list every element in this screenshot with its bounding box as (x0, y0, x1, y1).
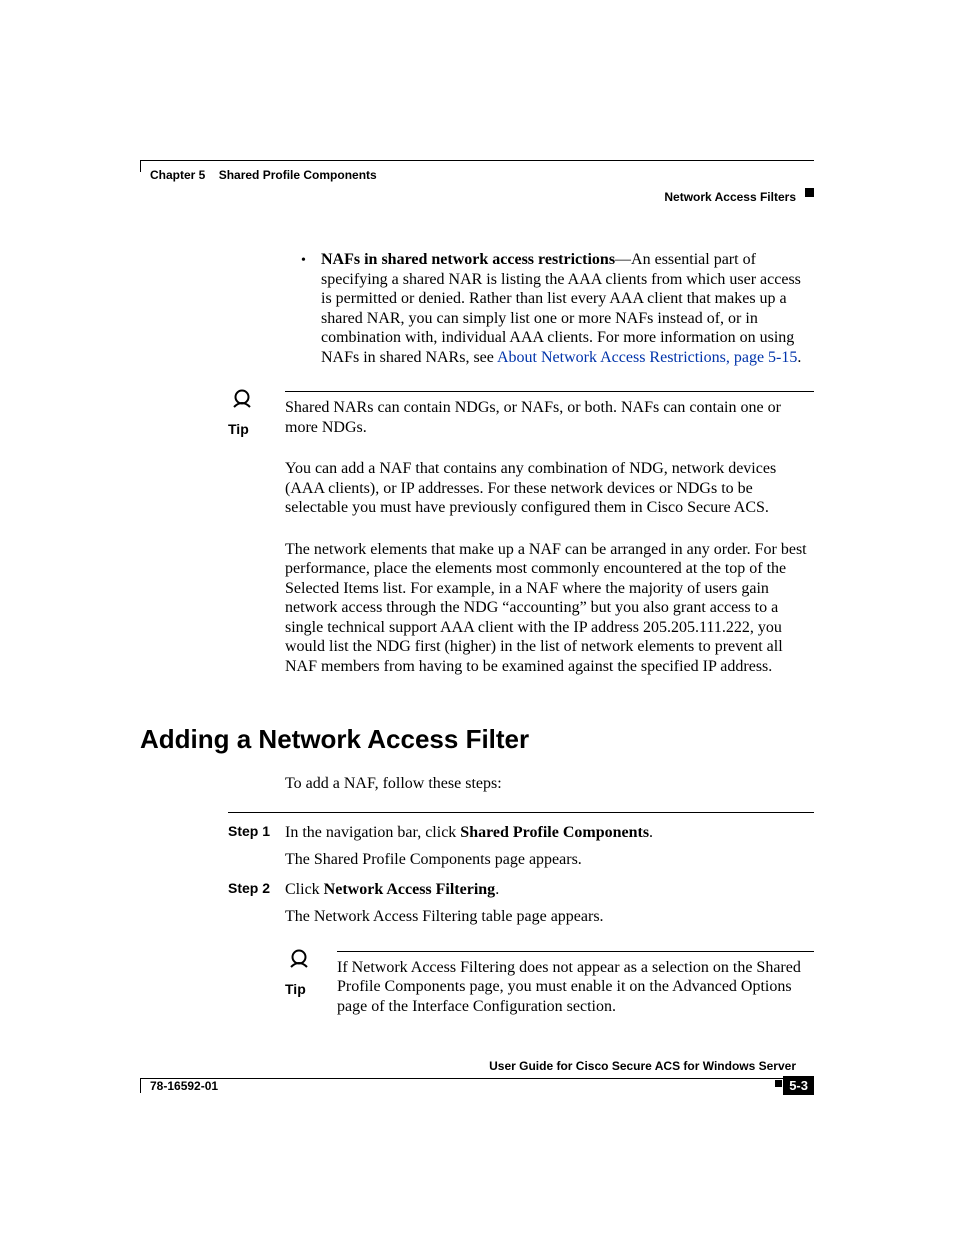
section-heading: Adding a Network Access Filter (140, 724, 814, 756)
paragraph: You can add a NAF that contains any comb… (285, 459, 814, 518)
tip-text: Shared NARs can contain NDGs, or NAFs, o… (285, 398, 814, 437)
step-2: Step 2 Click Network Access Filtering. T… (228, 880, 814, 1017)
header-tick (140, 160, 141, 172)
step-body: Click Network Access Filtering. The Netw… (285, 880, 814, 1017)
footer-tick (140, 1079, 141, 1093)
footer-page-number: 5-3 (783, 1076, 814, 1095)
footer-guide-title: User Guide for Cisco Secure ACS for Wind… (489, 1059, 796, 1073)
step-label: Step 1 (228, 823, 270, 840)
step-text: . (649, 824, 653, 841)
tip-callout: Tip If Network Access Filtering does not… (285, 951, 814, 1017)
cross-reference-link[interactable]: About Network Access Restrictions, page … (497, 349, 797, 366)
paragraph: The network elements that make up a NAF … (285, 540, 814, 677)
bullet-icon: • (301, 252, 306, 269)
step-body: In the navigation bar, click Shared Prof… (285, 823, 814, 870)
step-result: The Shared Profile Components page appea… (285, 850, 814, 870)
document-page: Chapter 5 Shared Profile Components Netw… (0, 0, 954, 1235)
tip-icon (228, 387, 256, 417)
tip-rule (337, 951, 814, 952)
step-text: Click (285, 881, 324, 898)
running-header-left: Chapter 5 Shared Profile Components (150, 168, 377, 182)
step-1: Step 1 In the navigation bar, click Shar… (228, 823, 814, 870)
step-text: In the navigation bar, click (285, 824, 460, 841)
step-result: The Network Access Filtering table page … (285, 907, 814, 927)
bullet-item: • NAFs in shared network access restrict… (285, 250, 814, 367)
header-square-icon (805, 188, 814, 197)
page-content: • NAFs in shared network access restrict… (140, 250, 814, 1016)
footer-doc-number: 78-16592-01 (150, 1079, 218, 1093)
chapter-label: Chapter 5 (150, 168, 205, 182)
tip-text: If Network Access Filtering does not app… (337, 958, 814, 1017)
steps-rule (228, 812, 814, 813)
footer-square-icon (775, 1080, 782, 1087)
bullet-lead: NAFs in shared network access restrictio… (321, 251, 615, 268)
header-rule (140, 160, 814, 161)
chapter-title: Shared Profile Components (219, 168, 377, 182)
bullet-after-link: . (797, 349, 801, 366)
tip-label: Tip (228, 421, 249, 438)
step-label: Step 2 (228, 880, 270, 897)
tip-callout: Tip Shared NARs can contain NDGs, or NAF… (228, 391, 814, 437)
step-bold: Shared Profile Components (460, 824, 649, 841)
intro-paragraph: To add a NAF, follow these steps: (285, 774, 814, 794)
tip-label: Tip (285, 981, 306, 998)
tip-icon (285, 947, 313, 977)
running-header-right: Network Access Filters (664, 190, 796, 204)
footer-rule (140, 1078, 814, 1079)
step-bold: Network Access Filtering (324, 881, 496, 898)
step-text: . (495, 881, 499, 898)
bullet-text: NAFs in shared network access restrictio… (321, 250, 814, 367)
tip-rule (285, 391, 814, 392)
